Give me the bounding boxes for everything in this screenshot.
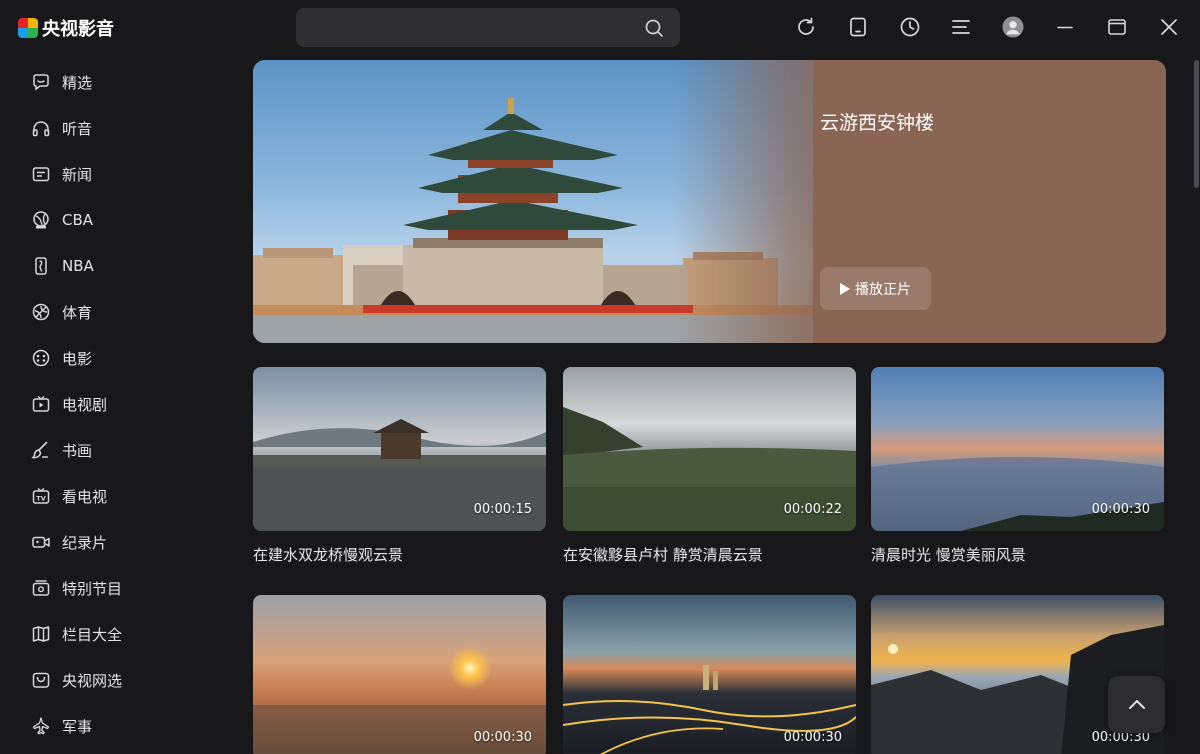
shopping-icon [30, 669, 52, 691]
video-duration: 00:00:30 [473, 730, 532, 745]
history-button[interactable] [899, 16, 921, 38]
chat-bubble-icon [30, 71, 52, 93]
sidebar-item-label: 电视剧 [62, 395, 108, 414]
sidebar-item-label: 书画 [62, 441, 93, 460]
tv-play-icon [30, 393, 52, 415]
title-bar: 央视影音 [0, 0, 1200, 56]
video-title[interactable]: 清晨时光 慢赏美丽风景 [871, 544, 1026, 565]
video-card[interactable]: 00:00:15 在建水双龙桥慢观云景 [253, 367, 546, 564]
cctv-logo-icon [18, 18, 38, 38]
search-bar[interactable] [296, 8, 680, 47]
sidebar-item-label: 看电视 [62, 487, 108, 506]
sidebar-item-military[interactable]: 军事 [30, 711, 210, 741]
hero-title: 云游西安钟楼 [820, 112, 935, 134]
sidebar-item-documentary[interactable]: 纪录片 [30, 527, 210, 557]
sidebar-item-label: CBA [62, 211, 94, 229]
sidebar-item-sports[interactable]: 体育 [30, 297, 210, 327]
sidebar-item-news[interactable]: 新闻 [30, 159, 210, 189]
nba-logo-icon [30, 255, 52, 277]
video-title[interactable]: 在建水双龙桥慢观云景 [253, 544, 403, 565]
video-card[interactable]: 00:00:30 清晨时光 慢赏美丽风景 [871, 367, 1164, 564]
sidebar-item-label: 央视网选 [62, 671, 123, 690]
search-icon[interactable] [644, 18, 664, 38]
close-button[interactable] [1158, 16, 1180, 38]
refresh-button[interactable] [795, 16, 817, 38]
avatar-icon [1002, 16, 1024, 38]
video-duration: 00:00:30 [1091, 502, 1150, 517]
video-card[interactable]: 00:00:30 [253, 595, 546, 754]
clock-icon [900, 17, 920, 37]
back-to-top-button[interactable] [1108, 676, 1165, 733]
search-input[interactable] [308, 8, 628, 47]
app-logo[interactable]: 央视影音 [18, 15, 114, 41]
sidebar-item-movies[interactable]: 电影 [30, 343, 210, 373]
menu-button[interactable] [950, 16, 972, 38]
sidebar-item-label: 栏目大全 [62, 625, 123, 644]
sidebar-item-cba[interactable]: CBA [30, 205, 210, 235]
jet-icon [30, 715, 52, 737]
sidebar-item-label: 精选 [62, 73, 93, 92]
sidebar-item-audio[interactable]: 听音 [30, 113, 210, 143]
video-camera-icon [30, 531, 52, 553]
maximize-button[interactable] [1106, 16, 1128, 38]
sports-ball-icon [30, 301, 52, 323]
video-thumbnail[interactable]: 00:00:30 [253, 595, 546, 754]
sidebar-item-cctv-shop[interactable]: 央视网选 [30, 665, 210, 695]
app-logo-text: 央视影音 [42, 19, 114, 40]
sidebar-item-label: 特别节目 [62, 579, 123, 598]
video-duration: 00:00:30 [783, 730, 842, 745]
maximize-icon [1108, 19, 1126, 35]
video-thumbnail[interactable]: 00:00:15 [253, 367, 546, 531]
minimize-icon [1057, 26, 1073, 29]
svg-text:TV: TV [36, 495, 45, 503]
sidebar-item-tv-series[interactable]: 电视剧 [30, 389, 210, 419]
tablet-icon [850, 17, 866, 37]
video-thumbnail[interactable]: 00:00:30 [563, 595, 856, 754]
sidebar-item-watch-tv[interactable]: TV 看电视 [30, 481, 210, 511]
sidebar-item-featured[interactable]: 精选 [30, 67, 210, 97]
user-avatar-button[interactable] [1002, 16, 1024, 38]
play-feature-label: 播放正片 [855, 281, 911, 298]
brush-icon [30, 439, 52, 461]
sidebar-item-label: 听音 [62, 119, 93, 138]
film-reel-icon [30, 347, 52, 369]
sidebar-item-label: 军事 [62, 717, 93, 736]
scrollbar-thumb[interactable] [1194, 60, 1199, 188]
tv-icon: TV [30, 485, 52, 507]
cba-logo-icon [30, 209, 52, 231]
minimize-button[interactable] [1054, 16, 1076, 38]
video-duration: 00:00:22 [783, 502, 842, 517]
close-icon [1161, 19, 1177, 35]
sidebar-item-label: 电影 [62, 349, 93, 368]
menu-icon [952, 20, 970, 34]
content-scrollbar[interactable] [1193, 60, 1200, 754]
video-card[interactable]: 00:00:22 在安徽黟县卢村 静赏清晨云景 [563, 367, 856, 564]
special-program-icon [30, 577, 52, 599]
video-card[interactable]: 00:00:30 [563, 595, 856, 754]
video-thumbnail[interactable]: 00:00:30 [871, 367, 1164, 531]
headphones-icon [30, 117, 52, 139]
map-icon [30, 623, 52, 645]
play-feature-button[interactable]: 播放正片 [820, 267, 931, 310]
video-title[interactable]: 在安徽黟县卢村 静赏清晨云景 [563, 544, 763, 565]
sidebar-item-label: 纪录片 [62, 533, 108, 552]
video-thumbnail[interactable]: 00:00:22 [563, 367, 856, 531]
sidebar-item-special[interactable]: 特别节目 [30, 573, 210, 603]
sidebar-item-label: NBA [62, 257, 94, 275]
refresh-icon [798, 17, 814, 35]
sidebar-item-label: 新闻 [62, 165, 93, 184]
sidebar-item-calligraphy[interactable]: 书画 [30, 435, 210, 465]
sidebar-item-all-columns[interactable]: 栏目大全 [30, 619, 210, 649]
video-duration: 00:00:15 [473, 502, 532, 517]
hero-banner[interactable]: 云游西安钟楼 播放正片 [253, 60, 1166, 343]
sidebar-nav: 精选 听音 新闻 CBA NBA 体育 电影 电视剧 书画 TV 看电视 纪录片… [0, 56, 232, 754]
chevron-up-icon [1128, 699, 1145, 709]
mini-mode-button[interactable] [847, 16, 869, 38]
news-icon [30, 163, 52, 185]
sidebar-item-nba[interactable]: NBA [30, 251, 210, 281]
play-icon [840, 282, 850, 295]
sidebar-item-label: 体育 [62, 303, 93, 322]
